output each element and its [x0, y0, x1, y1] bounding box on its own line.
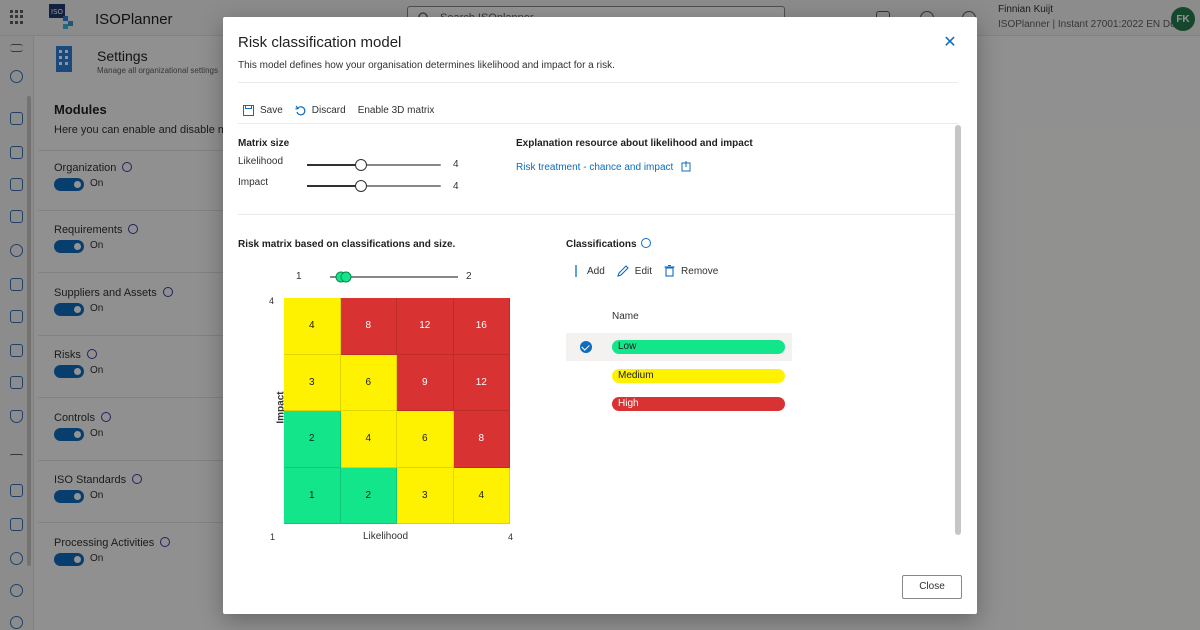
undo-icon — [295, 105, 306, 115]
matrix-cell: 6 — [397, 411, 454, 468]
dialog-scrollbar[interactable] — [955, 125, 961, 535]
matrix-cell: 3 — [397, 467, 454, 524]
column-header-name: Name — [612, 311, 639, 322]
risk-matrix: 4 8 12 16 3 6 9 12 2 4 6 8 1 2 3 4 — [284, 298, 510, 524]
risk-classification-dialog: Risk classification model This model def… — [223, 17, 977, 614]
classifications-title: Classifications — [566, 239, 637, 250]
classification-pill: Low — [612, 340, 785, 354]
matrix-size-title: Matrix size — [238, 138, 290, 149]
divider — [238, 214, 958, 215]
x-min-label: 1 — [270, 532, 276, 542]
matrix-cell: 2 — [284, 411, 341, 468]
impact-value: 4 — [453, 181, 459, 192]
x-axis-label: Likelihood — [363, 531, 409, 542]
matrix-cell: 4 — [453, 467, 510, 524]
enable-3d-matrix-button[interactable]: Enable 3D matrix — [358, 105, 435, 116]
external-link-icon — [681, 161, 691, 172]
add-classification-button[interactable]: Add — [575, 265, 605, 277]
classification-row[interactable]: High — [566, 390, 792, 418]
matrix-cell: 8 — [453, 411, 510, 468]
save-label: Save — [260, 104, 283, 116]
save-icon — [243, 104, 254, 116]
matrix-cell: 6 — [340, 354, 397, 411]
slider-fill — [307, 164, 361, 166]
remove-classification-button[interactable]: Remove — [664, 265, 718, 277]
matrix-cell: 4 — [284, 298, 341, 355]
add-label: Add — [587, 265, 605, 277]
slider-thumb[interactable] — [354, 180, 367, 192]
impact-label: Impact — [238, 177, 269, 188]
slider-fill — [307, 185, 361, 187]
likelihood-slider[interactable] — [307, 158, 441, 172]
classification-row[interactable]: Low — [566, 333, 792, 361]
enable-3d-label: Enable 3D matrix — [357, 104, 435, 116]
matrix-cell: 8 — [340, 298, 397, 355]
trash-icon — [664, 265, 675, 277]
link-text: Risk treatment - chance and impact — [516, 162, 674, 173]
matrix-cell: 4 — [340, 411, 397, 468]
matrix-cell: 12 — [397, 298, 454, 355]
edit-label: Edit — [634, 265, 653, 277]
range-slider[interactable] — [330, 270, 458, 284]
discard-button[interactable]: Discard — [295, 105, 346, 116]
classification-pill: Medium — [612, 369, 785, 383]
divider — [238, 82, 958, 83]
discard-label: Discard — [311, 104, 346, 116]
close-button[interactable]: Close — [902, 575, 962, 599]
edit-classification-button[interactable]: Edit — [616, 265, 653, 277]
risk-matrix-title: Risk matrix based on classifications and… — [238, 239, 456, 250]
dialog-title: Risk classification model — [238, 34, 402, 51]
classification-pill: High — [612, 397, 785, 411]
checkmark-icon[interactable] — [580, 341, 592, 353]
matrix-cell: 2 — [340, 467, 397, 524]
y-max-label: 4 — [269, 296, 275, 306]
likelihood-value: 4 — [453, 159, 459, 170]
edit-icon — [616, 265, 629, 277]
dialog-toolbar: Save Discard Enable 3D matrix — [243, 102, 446, 118]
explanation-link[interactable]: Risk treatment - chance and impact — [516, 161, 691, 173]
explanation-title: Explanation resource about likelihood an… — [516, 138, 753, 149]
classification-row[interactable]: Medium — [566, 362, 792, 390]
divider — [238, 123, 958, 124]
remove-label: Remove — [681, 265, 719, 277]
add-icon — [575, 265, 577, 277]
likelihood-label: Likelihood — [238, 156, 284, 167]
matrix-cell: 12 — [453, 354, 510, 411]
matrix-cell: 1 — [284, 467, 341, 524]
matrix-cell: 3 — [284, 354, 341, 411]
classifications-toolbar: Add Edit Remove — [575, 265, 730, 277]
dialog-description: This model defines how your organisation… — [238, 60, 615, 71]
x-max-label: 4 — [508, 532, 514, 542]
matrix-cell: 16 — [453, 298, 510, 355]
range-max-label: 2 — [466, 271, 472, 282]
info-icon[interactable] — [641, 238, 651, 248]
close-icon[interactable]: ✕ — [941, 34, 959, 52]
save-button[interactable]: Save — [243, 104, 283, 116]
matrix-cell: 9 — [397, 354, 454, 411]
impact-slider[interactable] — [307, 179, 441, 193]
slider-thumb[interactable] — [354, 159, 367, 171]
range-min-label: 1 — [296, 271, 302, 282]
